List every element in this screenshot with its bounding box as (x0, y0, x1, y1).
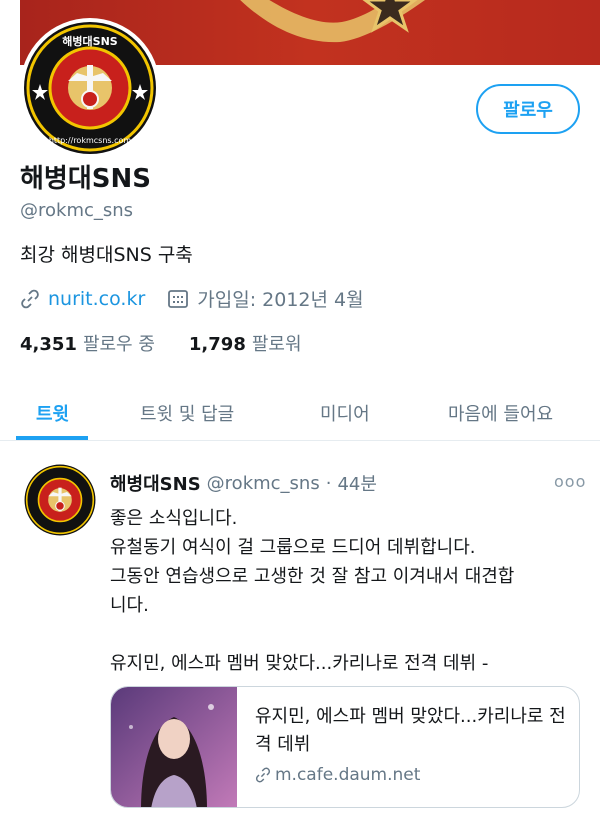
following-count: 4,351 (20, 334, 77, 355)
profile-link[interactable]: nurit.co.kr (48, 288, 145, 310)
avatar-url-text: http://rokmcsns.com (49, 136, 132, 145)
link-icon (256, 767, 270, 783)
tweet-line (110, 620, 580, 649)
tweet-header: 해병대SNS @rokmc_sns · 44분 (110, 470, 377, 496)
card-title: 유지민, 에스파 멤버 맞았다...카리나로 전격 데뷔 (255, 706, 566, 755)
profile-tabs: 트윗 트윗 및 답글 미디어 마음에 들어요 (0, 378, 600, 441)
profile-avatar[interactable]: 해병대SNS http://rokmcsns.com (20, 18, 160, 158)
followers-label: 팔로워 (251, 334, 302, 355)
followers-count: 1,798 (188, 334, 246, 355)
profile-joined-date: 가입일: 2012년 4월 (197, 289, 364, 311)
banner-emblem-icon (240, 0, 425, 43)
profile-handle: @rokmc_sns (20, 200, 134, 221)
tweet-more-icon[interactable]: ooo (554, 472, 586, 491)
following-stat[interactable]: 4,351 팔로우 중 (20, 330, 155, 356)
tweet-line: 니다. (110, 595, 149, 616)
profile-meta: nurit.co.kr 가입일: 2012년 4월 (20, 285, 364, 312)
profile-name: 해병대SNS (20, 164, 151, 194)
tab-tweets-and-replies[interactable]: 트윗 및 답글 (140, 400, 234, 426)
card-thumbnail-image (111, 687, 237, 807)
tab-media[interactable]: 미디어 (320, 400, 370, 426)
tweet-separator: · (325, 472, 332, 494)
profile-bio: 최강 해병대SNS 구축 (20, 244, 193, 266)
tweet-author-handle[interactable]: @rokmc_sns (207, 473, 320, 494)
tweet-line: 유지민, 에스파 멤버 맞았다...카리나로 전격 데뷔 - (110, 653, 489, 674)
rokmc-emblem-icon: 해병대SNS http://rokmcsns.com (24, 22, 156, 154)
follow-button[interactable]: 팔로우 (476, 84, 580, 134)
tweet-author-name[interactable]: 해병대SNS (110, 470, 201, 496)
card-domain: m.cafe.daum.net (255, 765, 420, 785)
link-preview-card[interactable]: 유지민, 에스파 멤버 맞았다...카리나로 전격 데뷔 m.cafe.daum… (110, 686, 580, 808)
link-icon (21, 289, 39, 308)
tweet-time[interactable]: 44분 (337, 470, 376, 496)
followers-stat[interactable]: 1,798 팔로워 (189, 330, 302, 356)
avatar-ring-text: 해병대SNS (62, 34, 117, 48)
tweet-avatar[interactable] (24, 464, 96, 536)
tweet-line: 좋은 소식입니다. (110, 508, 238, 529)
card-domain-text: m.cafe.daum.net (275, 765, 421, 785)
tweet-line: 그동안 연습생으로 고생한 것 잘 참고 이겨내서 대견합 (110, 566, 515, 587)
profile-stats: 4,351 팔로우 중 1,798 팔로워 (20, 330, 302, 356)
tweet-line: 유철동기 여식이 걸 그룹으로 드디어 데뷔합니다. (110, 537, 476, 558)
tab-tweets[interactable]: 트윗 (36, 400, 69, 426)
tweet-text: 좋은 소식입니다. 유철동기 여식이 걸 그룹으로 드디어 데뷔합니다. 그동안… (110, 504, 580, 678)
following-label: 팔로우 중 (82, 334, 155, 355)
calendar-icon (168, 289, 189, 308)
tab-likes[interactable]: 마음에 들어요 (448, 400, 553, 426)
rokmc-emblem-small-icon (24, 464, 96, 536)
